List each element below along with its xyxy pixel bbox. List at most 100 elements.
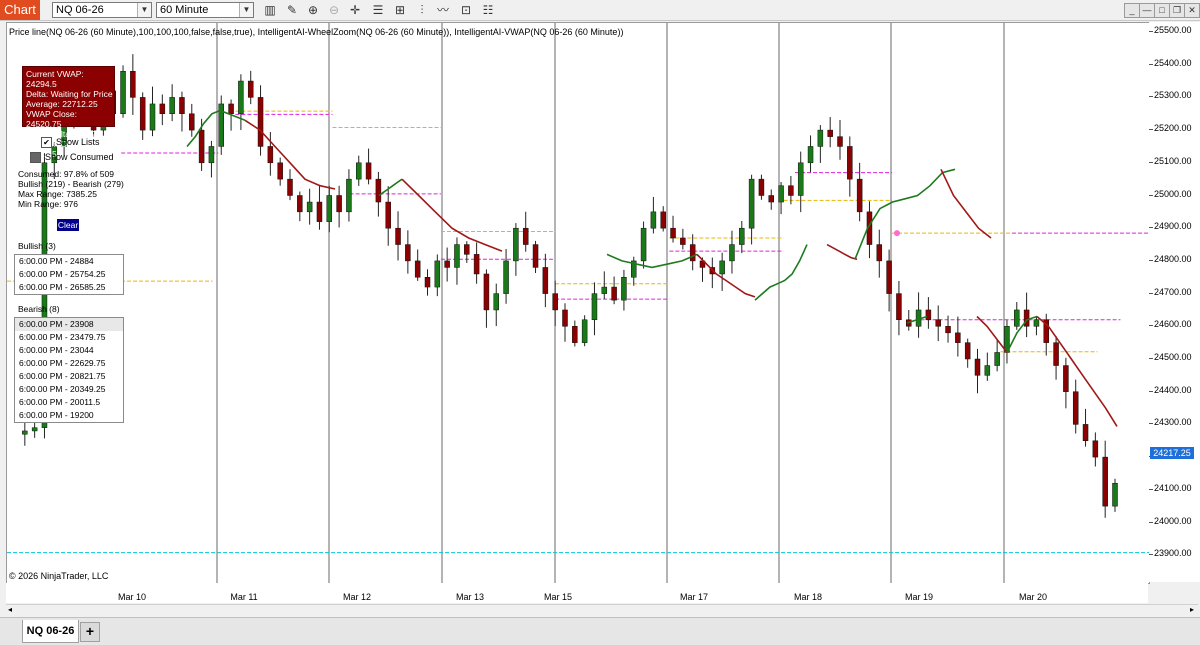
list-item[interactable]: 6:00.00 PM - 23908 (15, 318, 123, 331)
chart-panel[interactable] (6, 22, 1150, 584)
copyright-text: © 2026 NinjaTrader, LLC (9, 571, 109, 581)
time-axis[interactable] (6, 583, 1148, 603)
candle-body (729, 244, 735, 262)
show-consumed-checkbox[interactable]: Show Consumed (30, 152, 114, 164)
data-box-icon[interactable]: ⊞ (392, 2, 408, 18)
price-chart[interactable] (7, 23, 1149, 583)
candle-body (856, 178, 863, 213)
candle-body (748, 178, 755, 229)
add-tab-button[interactable]: + (80, 622, 100, 642)
list-item[interactable]: 6:00.00 PM - 23044 (15, 344, 123, 357)
checkbox-icon[interactable] (30, 152, 41, 164)
minimize-icon[interactable]: _ (1124, 3, 1140, 18)
candle-body (719, 260, 725, 275)
time-axis-label: Mar 17 (679, 592, 709, 602)
interval-selector[interactable]: 60 Minute ▼ (156, 2, 254, 18)
zoom-in-icon[interactable]: ⊕ (305, 2, 321, 18)
candle-body (405, 244, 411, 262)
show-lists-checkbox[interactable]: ✔ Show Lists (41, 137, 100, 149)
clear-button[interactable]: Clear (57, 219, 79, 231)
vwap-marker-dot (894, 230, 900, 237)
restore-icon[interactable]: ❐ (1169, 3, 1185, 18)
scroll-left-icon[interactable]: ◂ (8, 605, 12, 614)
candle-body (1053, 342, 1059, 366)
price-axis-label: 24700.00 (1154, 286, 1192, 297)
candle-body (139, 97, 146, 131)
max-range-text: Max Range: 7385.25 (18, 189, 97, 199)
candle-body (532, 244, 539, 268)
price-axis-tick (1149, 31, 1153, 32)
bull-bear-text: Bullish (219) - Bearish (279) (18, 179, 124, 189)
vwap-line (606, 253, 698, 269)
maximize-icon[interactable]: □ (1154, 3, 1170, 18)
time-axis-label: Mar 12 (342, 592, 372, 602)
crosshair-icon[interactable]: ✛ (347, 2, 363, 18)
candle-body (1102, 456, 1108, 507)
candle-body (22, 430, 28, 435)
minimize-window-icon[interactable]: — (1139, 3, 1155, 18)
chart-toolbar: Chart NQ 06-26 ▼ 60 Minute ▼ ▥ ✎ ⊕ ⊖ ✛ ☰… (0, 0, 1200, 21)
horizontal-scrollbar[interactable]: ◂ ▸ (6, 604, 1198, 617)
indicators-icon[interactable]: ⫶ (414, 2, 430, 18)
list-item[interactable]: 6:00.00 PM - 26585.25 (15, 281, 123, 294)
bullish-title: Bullish (3) (18, 241, 56, 251)
close-icon[interactable]: ✕ (1184, 3, 1200, 18)
time-axis-label: Mar 11 (230, 592, 258, 602)
chevron-down-icon[interactable]: ▼ (239, 3, 253, 17)
tab-instrument[interactable]: NQ 06-26 (22, 620, 79, 643)
last-price-marker: 24217.25 (1150, 447, 1194, 459)
zoom-out-icon[interactable]: ⊖ (326, 2, 342, 18)
templates-icon[interactable]: ⊡ (458, 2, 474, 18)
vwap-line (754, 244, 808, 301)
bullish-list[interactable]: 6:00.00 PM - 24884 6:00.00 PM - 25754.25… (14, 254, 124, 295)
list-item[interactable]: 6:00.00 PM - 19200 (15, 409, 123, 422)
time-axis-label: Mar 13 (455, 592, 485, 602)
candle-body (739, 227, 745, 245)
candle-body (542, 267, 549, 294)
scroll-right-icon[interactable]: ▸ (1190, 605, 1194, 614)
properties-icon[interactable]: ☰ (370, 2, 386, 18)
candle-body (375, 178, 382, 203)
chart-trader-icon[interactable]: ☷ (480, 2, 496, 18)
drawing-tool-icon[interactable]: ✎ (284, 2, 300, 18)
chevron-down-icon[interactable]: ▼ (137, 3, 151, 17)
price-axis-tick (1149, 194, 1153, 196)
list-item[interactable]: 6:00.00 PM - 22629.75 (15, 357, 123, 370)
list-item[interactable]: 6:00.00 PM - 20821.75 (15, 370, 123, 383)
price-axis-label: 25000.00 (1154, 188, 1192, 199)
list-item[interactable]: 6:00.00 PM - 20011.5 (15, 396, 123, 409)
candle-body (1112, 483, 1118, 507)
candle-body (159, 103, 166, 115)
chart-menu-tab[interactable]: Chart (0, 0, 40, 20)
candle-body (31, 427, 38, 432)
list-item[interactable]: 6:00.00 PM - 24884 (15, 255, 123, 268)
strategies-icon[interactable]: 〰 (435, 2, 451, 18)
candle-body (306, 201, 313, 213)
candle-body (169, 97, 175, 115)
price-axis-label: 25100.00 (1154, 155, 1192, 166)
candle-body (552, 293, 558, 311)
bearish-list[interactable]: 6:00.00 PM - 23908 6:00.00 PM - 23479.75… (14, 317, 124, 423)
candle-body (1014, 309, 1020, 327)
time-axis-label: Mar 18 (793, 592, 823, 602)
checkbox-checked-icon[interactable]: ✔ (41, 137, 52, 149)
candle-body (758, 178, 765, 196)
candle-body (621, 277, 627, 301)
list-item[interactable]: 6:00.00 PM - 23479.75 (15, 331, 123, 344)
candle-body (503, 260, 509, 294)
candle-body (788, 185, 794, 196)
bar-type-icon[interactable]: ▥ (262, 2, 278, 18)
candle-body (935, 319, 941, 327)
list-item[interactable]: 6:00.00 PM - 25754.25 (15, 268, 123, 281)
price-axis[interactable] (1149, 22, 1200, 582)
price-axis-tick (1149, 129, 1153, 131)
price-axis-label: 24400.00 (1154, 384, 1192, 395)
list-item[interactable]: 6:00.00 PM - 20349.25 (15, 383, 123, 396)
candle-body (179, 97, 185, 115)
candle-body (130, 70, 136, 98)
candle-body (591, 293, 598, 321)
vwap-average: Average: 22712.25 (26, 99, 98, 109)
instrument-selector[interactable]: NQ 06-26 ▼ (52, 2, 152, 18)
candle-body (945, 326, 951, 334)
vwap-line (378, 178, 403, 197)
